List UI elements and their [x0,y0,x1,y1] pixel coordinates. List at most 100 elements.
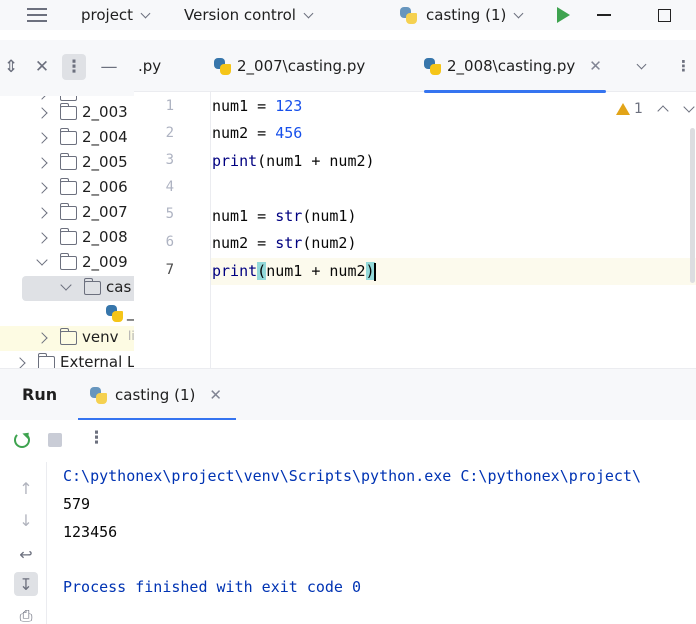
line-number: 7 [165,262,174,278]
line-number: 1 [165,98,174,114]
close-icon[interactable]: ✕ [589,57,602,75]
run-config-selector[interactable]: casting (1) [400,0,524,30]
collapse-all-icon[interactable]: ✕ [32,54,52,80]
chevron-right-icon [36,207,48,219]
tree-item-external-libraries[interactable]: External L [0,351,134,368]
code-line: num1 = 123 [212,97,303,115]
inspection-widget[interactable]: 1 [616,100,695,118]
rerun-icon[interactable] [14,432,30,448]
project-toolbar: ⇕ ✕ ⋮ — [0,40,134,96]
code-line: print(num1 + num2) [212,152,375,170]
tree-item[interactable]: 2_005 [0,151,134,176]
package-folder-icon [83,278,101,295]
stop-icon[interactable] [48,433,62,447]
tree-item-label: 2_008 [82,228,128,246]
chevron-right-icon [36,182,48,194]
tab-label: .py [138,57,162,75]
chevron-down-icon [303,8,314,18]
code-line-current: print(num1 + num2) [212,262,376,281]
warning-count: 1 [634,101,643,117]
expand-collapse-icon[interactable]: ⇕ [2,54,20,80]
console-line: Process finished with exit code 0 [63,578,362,596]
hide-panel-icon[interactable]: — [98,54,120,80]
chevron-down-icon [513,8,524,18]
library-icon [37,353,55,368]
minimize-icon [597,14,611,16]
tree-item-label: venv [82,328,119,346]
tree-item-label: External L [60,353,134,368]
tree-item[interactable]: 2_008 [0,226,134,251]
folder-icon [59,228,77,245]
run-panel-title: Run [22,385,58,404]
console-output[interactable]: C:\pythonex\project\venv\Scripts\python.… [46,462,696,624]
print-icon[interactable]: ⎙ [14,604,38,624]
tab-label: 2_007\casting.py [237,57,366,75]
console-line: C:\pythonex\project\venv\Scripts\python.… [63,467,641,485]
folder-icon [59,203,77,220]
python-icon [90,386,107,404]
line-number: 6 [165,234,174,250]
more-options-icon[interactable]: ⋮ [62,54,86,80]
tree-item[interactable]: 2_006 [0,176,134,201]
tree-file-item[interactable]: _ [0,301,134,326]
line-number: 2 [165,125,174,141]
python-icon [214,57,231,75]
chevron-down-icon [636,59,647,69]
tab-list-button[interactable] [636,40,647,92]
folder-icon [59,103,77,120]
scroll-to-end-icon[interactable]: ↧ [14,572,38,596]
chevron-right-icon [36,157,48,169]
run-toolbar: ⋮ [0,420,696,462]
tab-more-icon[interactable]: ⋮ [676,40,691,92]
minimize-button[interactable] [597,0,611,30]
tree-item[interactable]: 2_007 [0,201,134,226]
chevron-right-icon [14,357,26,368]
editor-scrollbar[interactable] [690,128,695,283]
code-editor[interactable]: num1 = 123 num2 = 456 print(num1 + num2)… [212,92,696,368]
soft-wrap-icon[interactable]: ↩ [14,542,38,566]
tree-item[interactable]: 2_003 [0,101,134,126]
tree-item-venv[interactable]: venv li [0,326,134,351]
python-file-icon [106,305,123,322]
chevron-right-icon [36,96,48,100]
tree-item-label: 2_007 [82,203,128,221]
line-number: 3 [165,152,174,168]
text-caret [373,262,376,281]
tree-item-selected[interactable]: cas [0,276,134,301]
console-line: 123456 [63,523,118,541]
line-number: 5 [165,206,174,222]
tree-item[interactable]: 2_009 [0,251,134,276]
run-tab[interactable]: casting (1) ✕ [78,369,236,421]
tree-item[interactable]: 2_004 [0,126,134,151]
vcs-menu[interactable]: Version control [184,0,314,30]
tree-item-label: 2_005 [82,153,128,171]
close-icon[interactable]: ✕ [209,386,222,404]
chevron-right-icon [36,332,48,344]
run-panel-header: Run casting (1) ✕ [0,368,696,421]
tab-label: 2_008\casting.py [447,57,576,75]
more-options-icon[interactable]: ⋮ [88,428,105,448]
arrow-up-icon[interactable]: ↑ [14,476,38,500]
project-selector[interactable]: project [81,0,151,30]
warning-icon [616,103,630,115]
editor-tab[interactable]: .py [138,40,161,92]
run-config-label: casting (1) [426,6,507,24]
chevron-down-icon [140,8,151,18]
run-button[interactable] [557,0,570,30]
main-menu-icon[interactable] [26,0,48,30]
python-icon [400,6,417,24]
editor-tab[interactable]: 2_007\casting.py [214,40,365,92]
maximize-button[interactable] [658,0,671,30]
chevron-down-icon[interactable] [683,101,695,113]
project-name: project [81,6,134,24]
maximize-icon [658,8,671,22]
run-tab-label: casting (1) [115,386,196,404]
editor-tab-active[interactable]: 2_008\casting.py ✕ [424,40,606,93]
tree-item-label: 2_004 [82,128,128,146]
folder-icon [59,178,77,195]
chevron-down-icon [36,254,48,266]
chevron-up-icon[interactable] [657,105,669,117]
arrow-down-icon[interactable]: ↓ [14,508,38,532]
tree-item-label: 2_003 [82,103,128,121]
folder-icon [59,153,77,170]
